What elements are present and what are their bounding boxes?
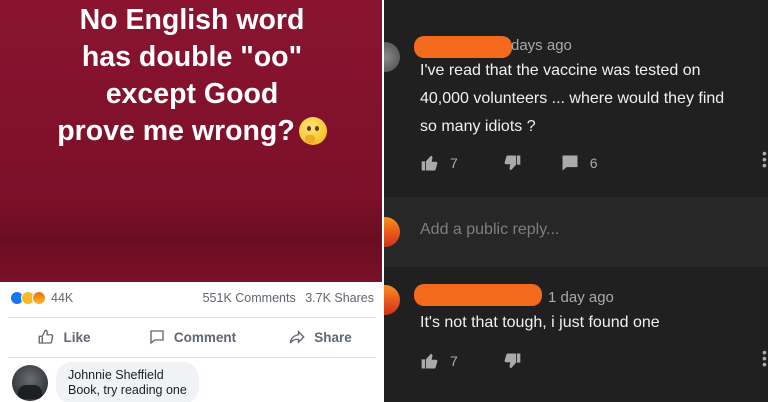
comment-text-line-3: so many idiots ? [420,118,536,135]
comment-label: Comment [173,329,237,345]
more-options-icon[interactable]: • • • [762,345,767,371]
redacted-username [414,284,542,306]
commenter-avatar[interactable] [384,42,400,72]
reply-box: Add a public reply... [384,197,768,267]
comment-time: days ago [511,37,572,54]
post-line-3: except Good [105,78,279,110]
post-line-4-text: prove me wrong? [57,115,295,147]
reply-bubble-icon [562,155,578,171]
comment-time: 1 day ago [548,289,614,306]
share-arrow-icon [289,330,305,344]
comment-text: Book, try reading one [68,383,187,397]
facebook-post-panel: No English word has double "oo" except G… [0,0,384,402]
thumbs-down-icon [504,353,521,369]
thinking-face-emoji-icon [298,117,327,145]
stats-right: 551K Comments 3.7K Shares [203,291,374,305]
comment-2: 1 day ago It's not that tough, i just fo… [384,267,768,402]
post-actions-bar: Like Comment Share [0,318,384,356]
thumbs-down-icon [504,155,521,171]
reactions-count: 44K [51,291,74,305]
shares-count[interactable]: 3.7K Shares [305,291,374,305]
post-stats: 44K 551K Comments 3.7K Shares [0,282,384,316]
post-line-4: prove me wrong? [8,113,376,150]
reply-count: 6 [589,155,598,171]
share-button[interactable]: Share [256,318,384,356]
comment-text: I've read that the vaccine was tested on… [420,57,760,141]
more-options-icon[interactable]: • • • [762,146,767,172]
comment-bubble: Johnnie Sheffield Book, try reading one [56,362,199,402]
comment-actions: 7 [420,351,522,371]
comments-count[interactable]: 551K Comments [203,291,296,305]
comment-bubble-icon [150,330,164,345]
like-label: Like [63,329,91,345]
comment-1: days ago I've read that the vaccine was … [384,0,768,197]
divider [8,357,376,358]
angry-reaction-icon [32,291,46,305]
comment-text: It's not that tough, i just found one [420,314,660,331]
dislike-button[interactable] [502,153,522,173]
thumbs-up-icon [39,329,54,344]
like-button[interactable]: 7 [420,153,458,173]
reactions-summary[interactable]: 44K [10,291,73,305]
reply-input[interactable]: Add a public reply... [420,221,559,239]
share-label: Share [314,329,352,345]
post-line-2: has double "oo" [81,41,303,73]
like-button[interactable]: Like [0,318,128,356]
like-count: 7 [450,353,458,369]
commenter-avatar[interactable] [12,365,48,401]
youtube-comments-panel: days ago I've read that the vaccine was … [384,0,768,402]
comment-text-line-1: I've read that the vaccine was tested on [420,62,701,79]
comment-author[interactable]: Johnnie Sheffield [68,368,187,383]
like-count: 7 [450,155,458,171]
post-image: No English word has double "oo" except G… [0,0,384,282]
like-button[interactable]: 7 [420,351,458,371]
redacted-username [414,36,512,58]
commenter-avatar[interactable] [384,285,400,315]
comment-button[interactable]: Comment [128,318,256,356]
post-line-1: No English word [79,4,305,36]
comment-text-line-2: 40,000 volunteers ... where would they f… [420,90,725,107]
thumbs-up-icon [421,155,438,171]
user-avatar [384,217,400,247]
replies-button[interactable]: 6 [560,153,598,173]
thumbs-up-icon [421,353,438,369]
comment-actions: 7 6 [420,153,598,173]
dislike-button[interactable] [502,351,522,371]
post-text: No English word has double "oo" except G… [8,2,376,150]
comment: Johnnie Sheffield Book, try reading one [12,362,199,402]
